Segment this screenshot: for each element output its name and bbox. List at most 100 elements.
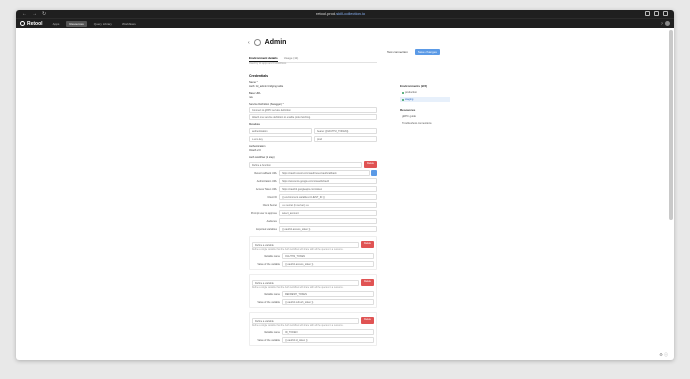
base-url-value[interactable]: n/a — [249, 95, 377, 100]
logo-text: Retool — [27, 20, 43, 27]
env-item-staging[interactable]: staging — [400, 97, 450, 102]
nav-query-library[interactable]: Query Library — [91, 21, 115, 27]
field-value-wrap: https://oauth2.googleapis.com/token — [279, 186, 377, 192]
variable-value-input[interactable]: {{ oauth2.refresh_token }} — [282, 299, 374, 305]
url-domain: skill-collection.io — [336, 11, 366, 16]
field-row: Value of the variable {{ oauth2.access_t… — [252, 261, 374, 267]
copy-icon[interactable] — [371, 170, 377, 176]
address-bar[interactable]: retool.prod.skill-collection.io — [316, 11, 365, 17]
app-topbar: Retool Apps Resources Query Library Work… — [16, 18, 674, 28]
resource-icon — [253, 39, 261, 46]
field-label: Prompt user to approve — [250, 211, 277, 215]
delete-button[interactable]: Delete — [364, 161, 377, 168]
forward-arrow-icon[interactable]: → — [32, 11, 37, 17]
resource-link-grpc-guide[interactable]: gRPC guide — [400, 114, 450, 119]
env-item-production[interactable]: production — [400, 90, 450, 95]
app-logo[interactable]: Retool — [20, 21, 43, 27]
variable-name-input[interactable]: OAUTH2_TOKEN — [282, 253, 374, 259]
topbar-user: ? — [661, 21, 670, 26]
reload-icon[interactable]: ↻ — [42, 11, 46, 17]
variable-block: Define a variable Delete Define a single… — [249, 236, 377, 270]
variable-value-input[interactable]: {{ oauth2.id_token }} — [282, 337, 374, 343]
resources-heading: Resources — [400, 108, 416, 112]
variable-hint: Define a single variable that the Auth w… — [252, 325, 344, 327]
extensions-icon[interactable] — [645, 11, 650, 16]
field-label: Client ID — [267, 195, 277, 199]
save-changes-button[interactable]: Save changes — [414, 49, 440, 55]
variable-header: Define a variable Delete — [252, 279, 374, 286]
metadata-key-input[interactable]: authentication — [249, 128, 312, 134]
field-value-wrap: {{ oauth2.access_token }} — [282, 261, 374, 267]
header-actions: Test connection Save changes — [384, 49, 440, 55]
access-token-url-input[interactable]: https://oauth2.googleapis.com/token — [279, 186, 377, 192]
variable-value-input[interactable]: {{ oauth2.access_token }} — [282, 261, 374, 267]
field-value-wrap — [279, 218, 377, 224]
prompt-input[interactable]: select_account — [279, 210, 377, 216]
field-value-wrap: •••• secret (in server) •••• — [279, 202, 377, 208]
variable-header: Define a variable Delete — [252, 241, 374, 248]
audience-input[interactable] — [279, 218, 377, 224]
delete-button[interactable]: Delete — [361, 279, 374, 286]
delete-button[interactable]: Delete — [361, 317, 374, 324]
scrollbar[interactable] — [669, 30, 673, 220]
test-connection-button[interactable]: Test connection — [384, 49, 411, 55]
variable-type-select[interactable]: Define a variable — [252, 280, 360, 286]
field-row: Prompt user to approve select_account — [249, 210, 377, 216]
variable-name-input[interactable]: ID_TOKEN — [282, 329, 374, 335]
profile-icon[interactable] — [663, 11, 668, 16]
field-label: Exported variables — [256, 227, 277, 231]
browser-window: ← → ↻ retool.prod.skill-collection.io Re… — [16, 10, 674, 360]
callback-url-input[interactable]: https://oauth.retool.com/oauth/user/oaut… — [279, 170, 370, 176]
environments-heading: Environments (2/3) — [400, 84, 428, 88]
variable-block: Define a variable Delete Define a single… — [249, 312, 377, 346]
metadata-label: Metadata — [249, 123, 260, 126]
authentication-select[interactable]: OAuth 2.0 — [249, 148, 377, 153]
metadata-row: x-env-key prod — [249, 135, 377, 142]
nav-apps[interactable]: Apps — [50, 21, 63, 27]
metadata-value-input[interactable]: bearer {{OAUTH2_TOKEN}} — [314, 128, 377, 134]
field-label: Access Token URL — [255, 187, 277, 191]
auth-type-select[interactable]: Define a function — [249, 162, 363, 168]
field-label: Variable name — [264, 330, 280, 334]
main-content: ‹ Admin Test connection Save changes Env… — [16, 29, 666, 360]
back-arrow-icon[interactable]: ← — [22, 11, 27, 17]
field-row: Access Token URL https://oauth2.googleap… — [249, 186, 377, 192]
resource-link-troubleshoot[interactable]: Troubleshoot connections — [400, 121, 450, 126]
exported-variables-input[interactable]: {{ oauth2.access_token }} — [279, 226, 377, 232]
field-label: Value of the variable — [257, 338, 280, 342]
name-value[interactable]: Auth: Gl_admin bridging table — [249, 84, 377, 89]
nav-workflows[interactable]: Workflows — [119, 21, 139, 27]
variable-type-select[interactable]: Define a variable — [252, 318, 360, 324]
field-value-wrap: {{ oauth2.refresh_token }} — [282, 299, 374, 305]
page-title: Admin — [264, 39, 287, 46]
avatar[interactable] — [665, 21, 670, 26]
variable-hint: Define a single variable that the Auth w… — [252, 249, 344, 251]
field-row: Client ID {{ environment.variables.CLIEN… — [249, 194, 377, 200]
swagger-input[interactable]: Connect to gRPC service definition — [249, 107, 377, 113]
split-view-icon[interactable] — [654, 11, 659, 16]
field-row: Audience — [249, 218, 377, 224]
auth-step-row: Define a function Delete — [249, 161, 377, 168]
nav-resources[interactable]: Resources — [66, 20, 87, 27]
field-row: Variable name ID_TOKEN — [252, 329, 374, 335]
variable-name-input[interactable]: REFRESH_TOKEN — [282, 291, 374, 297]
field-value-wrap: {{ oauth2.id_token }} — [282, 337, 374, 343]
help-icon[interactable]: ? — [661, 21, 663, 26]
variable-hint: Define a single variable that the Auth w… — [252, 287, 344, 289]
client-id-input[interactable]: {{ environment.variables.CLIENT_ID }} — [279, 194, 377, 200]
variable-type-select[interactable]: Define a variable — [252, 242, 360, 248]
field-value-wrap: {{ environment.variables.CLIENT_ID }} — [279, 194, 377, 200]
authorization-url-input[interactable]: https://accounts.google.com/o/oauth2/aut… — [279, 178, 377, 184]
browser-nav: ← → ↻ — [22, 11, 46, 17]
metadata-key-input[interactable]: x-env-key — [249, 136, 312, 142]
browser-chrome: ← → ↻ retool.prod.skill-collection.io — [16, 10, 674, 18]
client-secret-input[interactable]: •••• secret (in server) •••• — [279, 202, 377, 208]
status-dot-icon — [402, 98, 404, 101]
right-sidebar: Environments (2/3) production staging Re… — [400, 84, 450, 126]
field-row: Variable name OAUTH2_TOKEN — [252, 253, 374, 259]
variable-header: Define a variable Delete — [252, 317, 374, 324]
delete-button[interactable]: Delete — [361, 241, 374, 248]
metadata-value-input[interactable]: prod — [314, 136, 377, 142]
field-value-wrap: select_account — [279, 210, 377, 216]
back-chevron-icon[interactable]: ‹ — [248, 40, 250, 46]
